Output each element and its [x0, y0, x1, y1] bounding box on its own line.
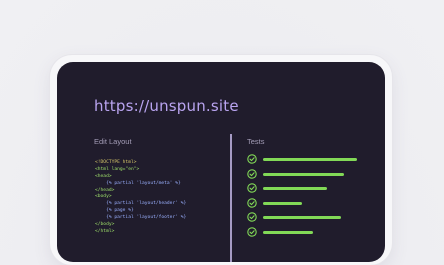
code-line: <!DOCTYPE html> [95, 160, 137, 165]
test-progress-bar [263, 172, 357, 176]
check-icon [247, 183, 257, 193]
browser-screen: https://unspun.site Edit Layout Tests <!… [57, 62, 385, 262]
test-progress-bar [263, 216, 357, 220]
check-icon [247, 168, 257, 179]
test-progress-fill [263, 216, 342, 220]
code-editor[interactable]: <!DOCTYPE html> <html lang="en"> <head> {%… [95, 160, 186, 236]
code-line: {% partial 'layout/footer' %} [95, 215, 187, 221]
tests-title: Tests [247, 137, 265, 146]
check-icon [247, 212, 257, 223]
code-line: </html> [95, 228, 115, 234]
code-line: <head> [95, 173, 112, 179]
edit-layout-title: Edit Layout [94, 137, 132, 146]
test-progress-fill [263, 158, 357, 161]
check-icon [247, 154, 257, 164]
test-progress-fill [263, 187, 327, 191]
code-line: </body> [95, 222, 115, 228]
code-line: {% partial 'layout/meta' %} [95, 180, 181, 186]
panel-divider [230, 134, 232, 262]
check-icon [247, 227, 257, 237]
test-progress-fill [263, 172, 344, 176]
test-progress-bar [263, 187, 357, 191]
test-progress-fill [263, 201, 303, 205]
test-progress-bar [263, 201, 357, 205]
test-progress-bar [263, 158, 357, 161]
url-display[interactable]: https://unspun.site [94, 97, 239, 115]
check-icon [247, 198, 257, 208]
test-progress-bar [263, 230, 357, 234]
code-line: <html lang="en"> [95, 166, 140, 172]
test-progress-fill [263, 230, 313, 234]
